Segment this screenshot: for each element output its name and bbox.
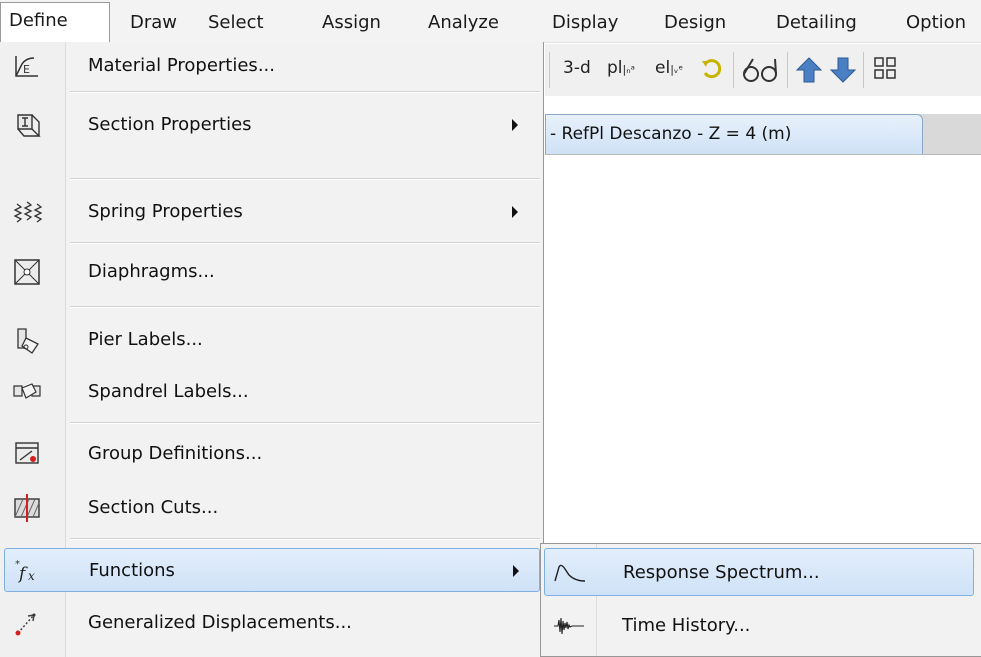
- window-tab-strip: - RefPl Descanzo - Z = 4 (m): [545, 114, 981, 155]
- menu-design[interactable]: Design: [664, 8, 726, 38]
- menu-separator: [70, 242, 540, 244]
- menu-item-functions[interactable]: * f x Functions: [4, 548, 540, 592]
- functions-icon: * f x: [15, 559, 35, 584]
- submenu-item-time-history[interactable]: Time History...: [544, 602, 974, 650]
- menu-analyze[interactable]: Analyze: [428, 8, 499, 38]
- submenu-arrow-icon: [512, 119, 518, 131]
- spandrel-labels-icon: [13, 383, 41, 399]
- view-3d-button[interactable]: 3-d: [563, 58, 591, 78]
- menu-item-label: Spring Properties: [88, 201, 243, 222]
- menu-item-spandrel-labels[interactable]: Spandrel Labels...: [4, 370, 540, 414]
- submenu-item-label: Time History...: [622, 615, 751, 636]
- submenu-item-response-spectrum[interactable]: Response Spectrum...: [544, 548, 974, 596]
- menu-assign[interactable]: Assign: [322, 8, 381, 38]
- window-tab-plan-view[interactable]: - RefPl Descanzo - Z = 4 (m): [545, 114, 923, 154]
- generalized-displacements-icon: [15, 613, 36, 636]
- menu-item-label: Functions: [89, 560, 175, 581]
- menu-separator: [70, 422, 540, 424]
- elevation-view-label: el: [655, 58, 671, 78]
- menu-item-label: Pier Labels...: [88, 329, 203, 350]
- menu-separator: [70, 178, 540, 180]
- elevation-view-button[interactable]: el|ᵥᵉ: [655, 58, 683, 78]
- response-spectrum-icon: [554, 564, 586, 582]
- menu-bar: Define Draw Select Assign Analyze Displa…: [0, 0, 981, 43]
- pier-labels-icon: [17, 328, 39, 354]
- toolbar-separator: [549, 52, 550, 88]
- svg-text:E: E: [23, 63, 30, 76]
- svg-text:f: f: [17, 564, 28, 584]
- menu-item-pier-labels[interactable]: Pier Labels...: [4, 318, 540, 362]
- menu-display[interactable]: Display: [552, 8, 618, 38]
- menu-options[interactable]: Option: [906, 8, 966, 38]
- menu-draw[interactable]: Draw: [130, 8, 177, 38]
- plan-view-label: pl: [607, 58, 623, 78]
- move-up-icon[interactable]: [795, 56, 823, 84]
- menu-item-label: Spandrel Labels...: [88, 381, 249, 402]
- submenu-item-label: Response Spectrum...: [623, 562, 820, 583]
- menu-define[interactable]: Define: [0, 2, 110, 42]
- toolbar-separator: [863, 52, 864, 88]
- menu-item-label: Section Cuts...: [88, 497, 219, 518]
- time-history-icon: [554, 617, 584, 635]
- menu-separator: [70, 538, 540, 540]
- zoom-window-icon[interactable]: [873, 56, 897, 80]
- toolbar-separator: [787, 52, 788, 88]
- functions-submenu: Response Spectrum... Time History...: [540, 543, 981, 657]
- group-definitions-icon: [15, 442, 39, 464]
- move-down-icon[interactable]: [829, 56, 857, 84]
- menu-item-label: Diaphragms...: [88, 261, 215, 282]
- toolbar: 3-d pl|ₙᵃ el|ᵥᵉ: [545, 44, 981, 96]
- diaphragms-icon: [14, 259, 40, 285]
- section-properties-icon: [17, 114, 41, 137]
- section-cuts-icon: [14, 494, 40, 522]
- submenu-arrow-icon: [512, 206, 518, 218]
- menu-item-label: Material Properties...: [88, 55, 275, 76]
- menu-item-section-cuts[interactable]: Section Cuts...: [4, 486, 540, 530]
- material-properties-icon: E: [15, 56, 38, 77]
- spring-properties-icon: [13, 201, 42, 223]
- menu-item-label: Group Definitions...: [88, 443, 263, 464]
- menu-item-label: Generalized Displacements...: [88, 612, 352, 633]
- menu-item-label: Section Properties: [88, 114, 252, 135]
- menu-item-spring-properties[interactable]: Spring Properties: [4, 190, 540, 234]
- menu-separator: [70, 306, 540, 308]
- svg-text:x: x: [28, 569, 35, 583]
- menu-item-generalized-displacements[interactable]: Generalized Displacements...: [4, 601, 540, 645]
- toolbar-separator: [733, 52, 734, 88]
- menu-select[interactable]: Select: [208, 8, 264, 38]
- menu-detailing[interactable]: Detailing: [776, 8, 857, 38]
- menu-separator: [70, 91, 540, 93]
- menu-item-group-definitions[interactable]: Group Definitions...: [4, 432, 540, 476]
- perspective-glasses-icon[interactable]: [741, 56, 781, 84]
- menu-item-diaphragms[interactable]: Diaphragms...: [4, 250, 540, 294]
- menu-item-material-properties[interactable]: E Material Properties...: [4, 44, 540, 88]
- menu-item-section-properties[interactable]: Section Properties: [4, 103, 540, 147]
- rotate-icon[interactable]: [699, 56, 725, 82]
- submenu-arrow-icon: [513, 565, 519, 577]
- plan-view-button[interactable]: pl|ₙᵃ: [607, 58, 635, 78]
- define-dropdown-menu: E Material Properties... Section Propert…: [0, 42, 544, 657]
